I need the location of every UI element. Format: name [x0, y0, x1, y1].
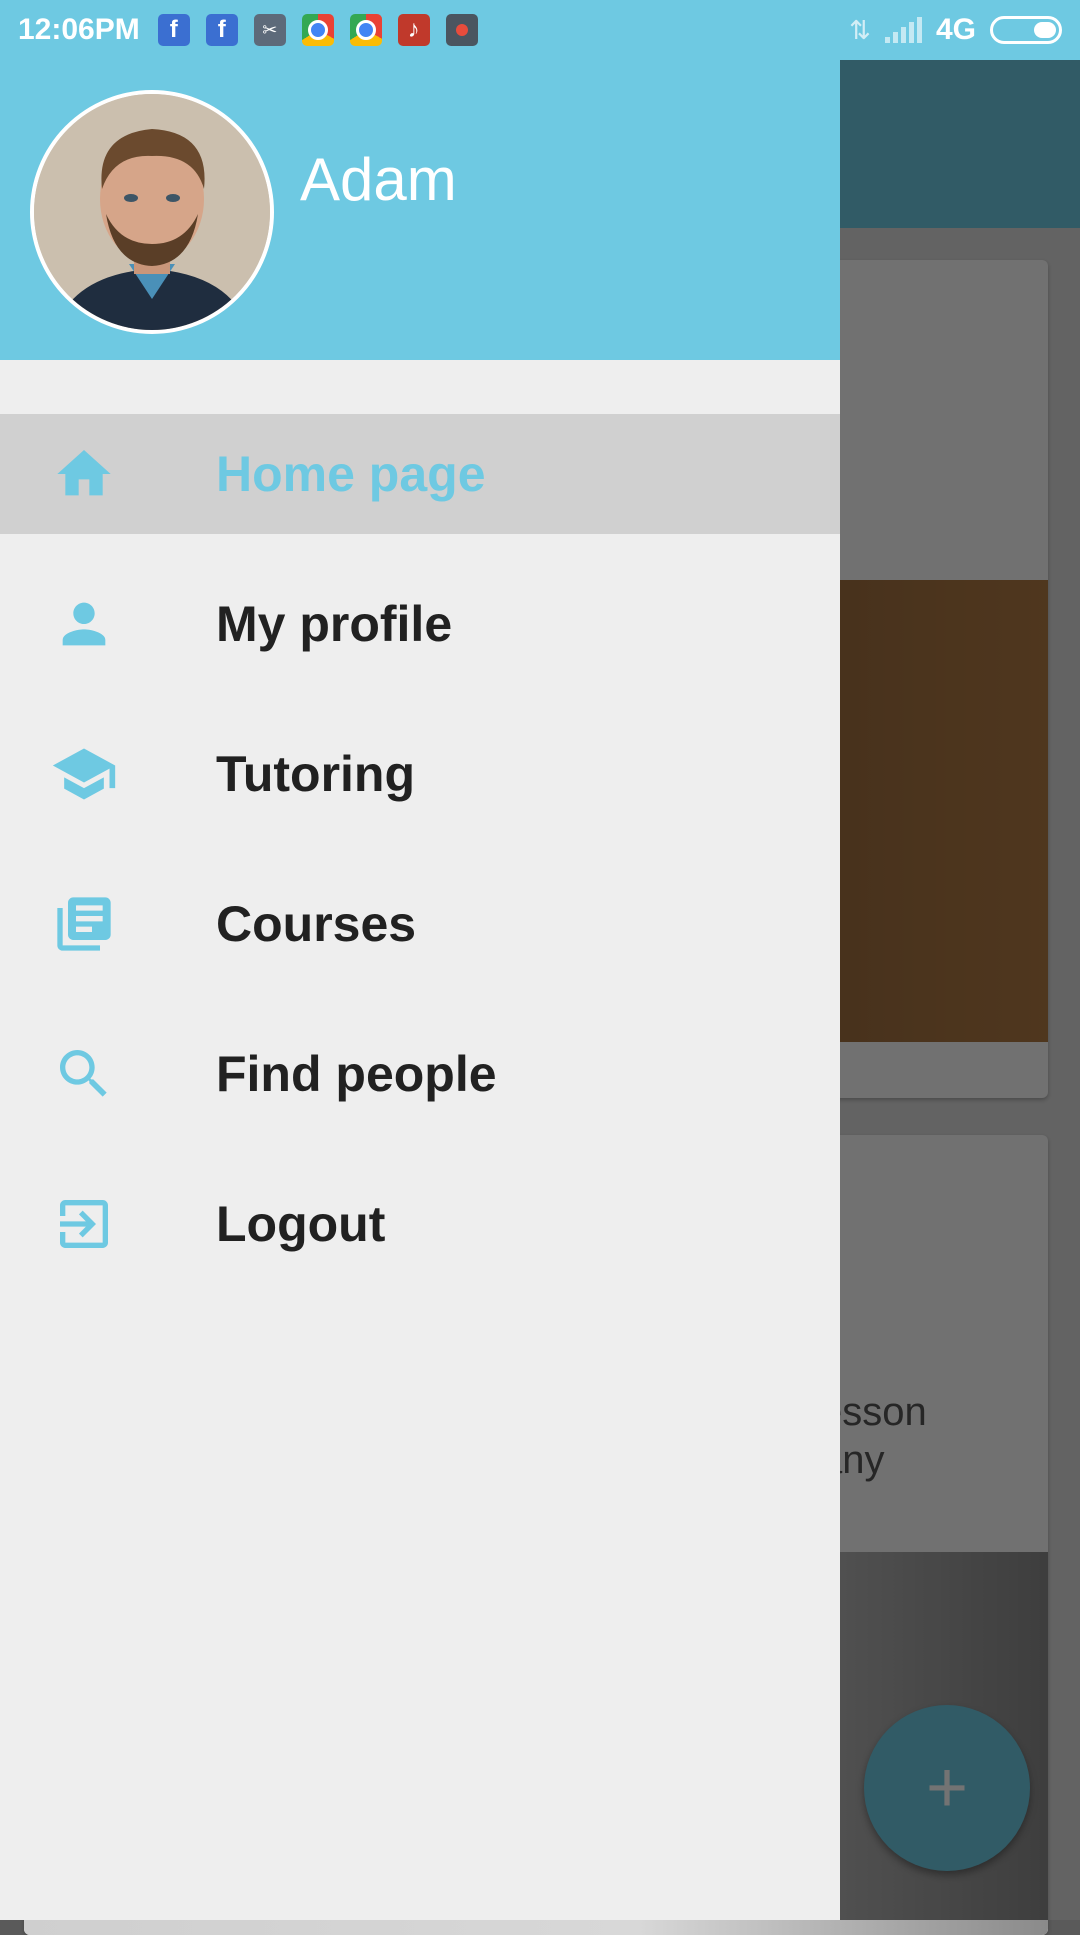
menu-item-home-page[interactable]: Home page [0, 414, 840, 534]
library-books-icon [50, 890, 118, 958]
status-bar: 12:06PM f f ✂ ♪ ⇅ 4G [0, 0, 1080, 60]
menu-item-label: My profile [216, 596, 453, 652]
graduation-cap-icon [50, 740, 118, 808]
menu-item-label: Home page [216, 446, 486, 502]
chrome-icon [301, 14, 334, 46]
search-icon [50, 1040, 118, 1108]
logout-icon [50, 1190, 118, 1258]
menu-item-find-people[interactable]: Find people [0, 1014, 840, 1134]
user-name: Adam [300, 146, 457, 213]
scissors-app-icon: ✂ [253, 14, 286, 46]
home-icon [50, 440, 118, 508]
network-type: 4G [935, 13, 976, 46]
screen-recorder-icon [445, 14, 478, 46]
battery-icon [990, 16, 1062, 44]
menu-item-label: Courses [216, 896, 417, 952]
menu-item-label: Tutoring [216, 746, 415, 802]
menu-item-courses[interactable]: Courses [0, 864, 840, 984]
facebook-icon: f [205, 14, 238, 46]
menu-item-label: Logout [216, 1196, 386, 1252]
menu-item-tutoring[interactable]: Tutoring [0, 714, 840, 834]
menu-item-my-profile[interactable]: My profile [0, 564, 840, 684]
signal-icon [884, 17, 922, 43]
drawer-menu: Home page My profile Tutoring Courses Fi [0, 414, 840, 1314]
status-time: 12:06PM [18, 13, 140, 46]
menu-item-logout[interactable]: Logout [0, 1164, 840, 1284]
person-icon [50, 590, 118, 658]
facebook-icon: f [157, 14, 190, 46]
data-transfer-icon: ⇅ [849, 14, 871, 45]
music-app-icon: ♪ [397, 14, 430, 46]
chrome-icon [349, 14, 382, 46]
avatar[interactable] [30, 90, 274, 334]
menu-item-label: Find people [216, 1046, 497, 1102]
notification-icons: f f ✂ ♪ [157, 14, 494, 46]
navigation-drawer: Adam Home page My profile Tutoring Cours… [0, 0, 840, 1920]
